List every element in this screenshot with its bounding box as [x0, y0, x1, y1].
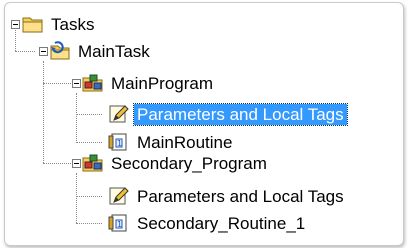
routine-icon: 1 — [108, 213, 130, 233]
svg-text:1: 1 — [117, 220, 122, 229]
tree-node-parameters-local-tags[interactable]: Parameters and Local Tags — [108, 184, 347, 208]
tag-icon — [108, 186, 130, 206]
tree-node-secondary-program[interactable]: Secondary_Program — [82, 151, 270, 175]
tree-line — [43, 83, 71, 84]
program-icon — [82, 153, 104, 173]
tree-node-secondary-routine-1[interactable]: 1 Secondary_Routine_1 — [108, 211, 308, 235]
tree-node-label: Secondary_Routine_1 — [137, 213, 306, 233]
tree-node-label: Secondary_Program — [111, 153, 267, 173]
tree-view[interactable]: Tasks MainTask MainProgram Parameters an… — [4, 2, 404, 246]
collapse-toggle-maintask[interactable] — [39, 47, 48, 56]
tree-line — [76, 93, 77, 143]
collapse-toggle-mainprogram[interactable] — [72, 79, 81, 88]
tree-node-label: Tasks — [51, 14, 95, 34]
tree-node-maintask[interactable]: MainTask — [49, 39, 153, 63]
task-icon — [49, 41, 71, 61]
tree-node-label: MainTask — [78, 41, 150, 61]
tree-node-label: MainRoutine — [137, 132, 233, 152]
collapse-toggle-secondary-program[interactable] — [72, 159, 81, 168]
tree-line — [76, 223, 102, 224]
tree-line — [15, 51, 35, 52]
tree-line — [76, 173, 77, 223]
folder-icon — [22, 14, 44, 34]
tree-node-tasks[interactable]: Tasks — [22, 12, 97, 36]
routine-icon: 1 — [108, 132, 130, 152]
tag-icon — [108, 104, 130, 124]
tree-line — [43, 163, 71, 164]
tree-line — [76, 142, 102, 143]
tree-line — [43, 61, 44, 163]
tree-node-label: Parameters and Local Tags — [137, 186, 344, 206]
svg-text:1: 1 — [117, 139, 122, 148]
tree-line — [76, 114, 102, 115]
program-icon — [82, 73, 104, 93]
tree-node-mainprogram[interactable]: MainProgram — [82, 71, 216, 95]
tree-node-label: Parameters and Local Tags — [133, 102, 348, 126]
tree-line — [76, 196, 102, 197]
collapse-toggle-tasks[interactable] — [11, 20, 20, 29]
tree-node-label: MainProgram — [111, 73, 214, 93]
tree-node-parameters-local-tags[interactable]: Parameters and Local Tags — [108, 102, 348, 126]
